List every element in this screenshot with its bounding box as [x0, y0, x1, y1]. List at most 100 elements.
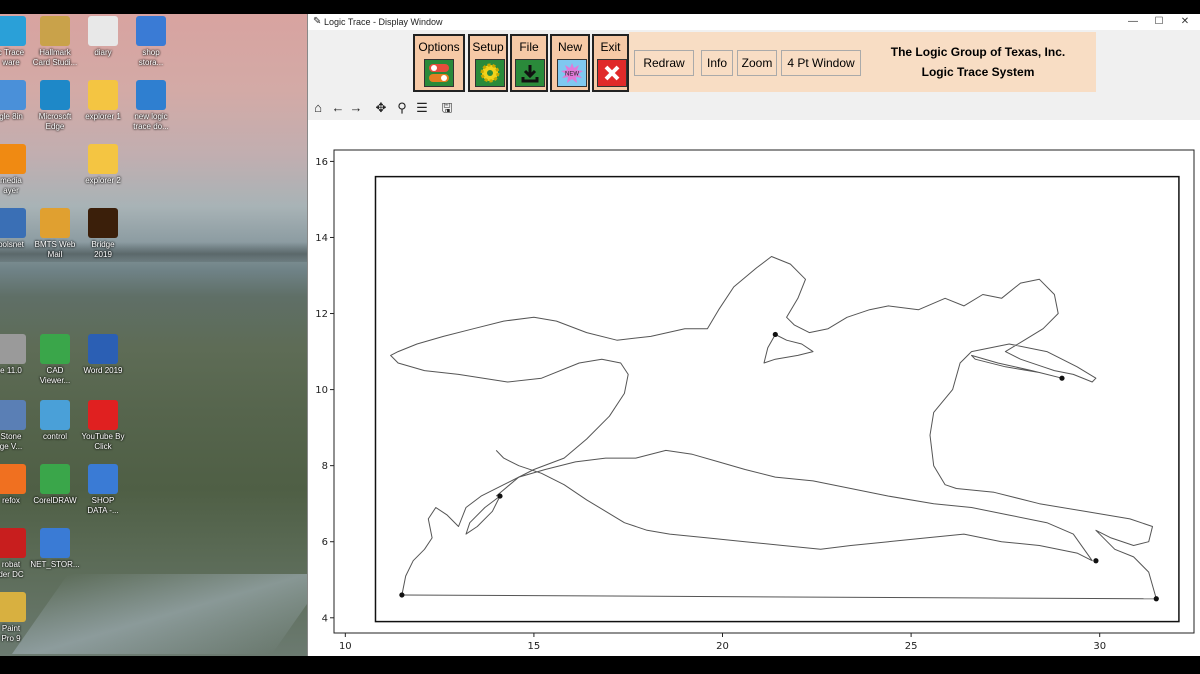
trace-path	[495, 449, 1093, 562]
y-tick-label: 14	[315, 233, 328, 244]
desktop-shortcut-label: Word 2019	[83, 366, 123, 375]
system-name: Logic Trace System	[921, 65, 1035, 79]
trace-path	[401, 594, 1157, 600]
desktop-shortcut-label: YouTube By Click	[81, 432, 125, 451]
y-tick-label: 4	[322, 613, 328, 624]
trace-endpoint	[1059, 375, 1065, 381]
desktop-shortcut-label: SHOP DATA -...	[87, 496, 119, 515]
new-icon-text: NEW	[565, 72, 579, 78]
hallmark-icon	[40, 16, 70, 46]
options-button[interactable]: Options	[413, 34, 465, 92]
computer-shortcut-icon	[136, 16, 166, 46]
x-tick-label: 15	[528, 641, 541, 652]
company-name: The Logic Group of Texas, Inc.	[890, 45, 1066, 59]
screen: c Trace ware Hallmark Card Studi... diary sho…	[0, 0, 1200, 674]
file-label: File	[519, 40, 539, 54]
edge-icon	[40, 80, 70, 110]
trace-path	[390, 256, 1157, 599]
axes-box	[333, 149, 1195, 634]
y-tick-label: 16	[315, 157, 328, 168]
zoom-button[interactable]: Zoom	[737, 50, 777, 76]
x-tick-label: 30	[1093, 641, 1106, 652]
desktop-shortcut[interactable]: shop stora...	[120, 16, 182, 68]
screen-top-bar	[0, 0, 1200, 14]
grid-app-icon	[136, 80, 166, 110]
document-icon	[88, 16, 118, 46]
river	[11, 574, 329, 654]
feather-icon: ✎	[313, 16, 322, 27]
control-panel-icon	[40, 400, 70, 430]
x-tick-label: 25	[905, 641, 918, 652]
trace-endpoint	[399, 592, 405, 598]
network-computer-icon	[40, 528, 70, 558]
logic-trace-window: ✎ Logic Trace - Display Window — ☐ ✕ Opt…	[307, 14, 1200, 656]
trace-path	[971, 354, 1063, 379]
logic-trace-app-icon	[0, 16, 26, 46]
exit-label: Exit	[600, 40, 621, 54]
back-arrow-icon[interactable]: ←	[329, 99, 347, 117]
desktop-shortcut[interactable]: SHOP DATA -...	[72, 464, 134, 516]
computer-shortcut-icon	[88, 464, 118, 494]
app-icon	[0, 334, 26, 364]
forward-arrow-icon[interactable]: →	[347, 99, 365, 117]
minimize-icon[interactable]: —	[1120, 14, 1146, 30]
desktop-shortcut[interactable]: Word 2019	[72, 334, 134, 376]
new-button[interactable]: New NEW	[550, 34, 590, 92]
desktop-shortcut-label: new logic trace do...	[133, 112, 169, 131]
folder-icon	[88, 80, 118, 110]
home-icon[interactable]: ⌂	[309, 99, 327, 117]
desktop-shortcut-label: explorer 2	[85, 176, 121, 185]
desktop-shortcut[interactable]: Paint Pro 9	[0, 592, 42, 644]
download-icon	[515, 59, 545, 87]
y-tick-label: 6	[322, 537, 328, 548]
save-icon[interactable]: 🖫	[438, 99, 456, 117]
plot-navigation-toolbar: ⌂ ← → ✥ ⚲ ☰ 🖫	[308, 96, 1200, 120]
configure-subplots-icon[interactable]: ☰	[413, 99, 431, 117]
x-tick-label: 20	[716, 641, 729, 652]
setup-button[interactable]: Setup	[468, 34, 508, 92]
zoom-magnifier-icon[interactable]: ⚲	[393, 99, 411, 117]
new-label: New	[557, 40, 582, 54]
app-icon	[0, 208, 26, 238]
trace-endpoint	[497, 493, 503, 499]
key-icon	[40, 208, 70, 238]
new-burst-icon: NEW	[557, 59, 587, 87]
trace-endpoint	[1093, 558, 1099, 564]
desktop-shortcut[interactable]: new logic trace do...	[120, 80, 182, 132]
y-tick-label: 8	[322, 461, 328, 472]
exit-button[interactable]: Exit	[592, 34, 629, 92]
x-tick-label: 10	[339, 641, 352, 652]
trace-chart[interactable]: 10 15 20 25 30 4 6 8 10 12 14 16	[308, 120, 1200, 656]
trace-path	[763, 334, 814, 364]
toggle-icon	[424, 59, 454, 87]
desktop-shortcut[interactable]: Bridge 2019	[72, 208, 134, 260]
screen-bottom-bar	[0, 656, 1200, 674]
trace-path	[465, 495, 501, 535]
desktop-shortcut[interactable]: media ayer	[0, 144, 42, 196]
desktop-shortcut[interactable]: YouTube By Click	[72, 400, 134, 452]
redraw-button[interactable]: Redraw	[634, 50, 694, 76]
desktop-shortcut[interactable]: NET_STOR...	[24, 528, 86, 570]
y-tick-label: 12	[315, 309, 328, 320]
four-pt-window-button[interactable]: 4 Pt Window	[781, 50, 861, 76]
info-button[interactable]: Info	[701, 50, 733, 76]
close-x-icon	[597, 59, 627, 87]
plot-area[interactable]: 10 15 20 25 30 4 6 8 10 12 14 16	[308, 120, 1200, 656]
company-banner: The Logic Group of Texas, Inc. Logic Tra…	[868, 42, 1088, 82]
maximize-icon[interactable]: ☐	[1146, 14, 1172, 30]
desktop-shortcut[interactable]: explorer 2	[72, 144, 134, 186]
y-tick-label: 10	[315, 385, 328, 396]
cad-viewer-icon	[40, 334, 70, 364]
bridge-icon	[88, 208, 118, 238]
title-bar[interactable]: ✎ Logic Trace - Display Window — ☐ ✕	[308, 14, 1200, 30]
folder-icon	[88, 144, 118, 174]
file-button[interactable]: File	[510, 34, 548, 92]
toolbar: Options Setup File New NEW Exit Redraw I…	[308, 30, 1200, 96]
trace-frame	[374, 175, 1180, 623]
desktop-shortcut-label: NET_STOR...	[30, 560, 80, 569]
desktop: c Trace ware Hallmark Card Studi... diary sho…	[0, 14, 329, 656]
desktop-shortcut-label: media ayer	[0, 176, 22, 195]
pan-icon[interactable]: ✥	[372, 99, 390, 117]
vlc-icon	[0, 144, 26, 174]
close-icon[interactable]: ✕	[1172, 14, 1198, 30]
